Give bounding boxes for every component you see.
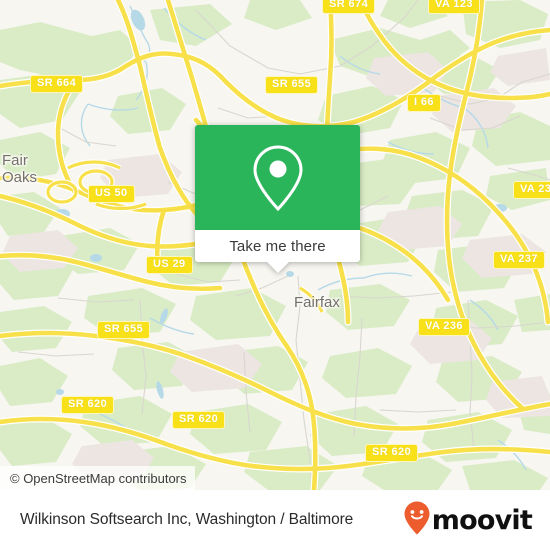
road-shield-sr-620-e[interactable]: SR 620	[365, 444, 419, 462]
road-shield-sr-620-c[interactable]: SR 620	[172, 411, 226, 429]
take-me-there-label: Take me there	[229, 237, 326, 255]
moovit-logo[interactable]: moovit	[404, 501, 533, 540]
map-viewport[interactable]: Fair Oaks Fairfax SR 674 VA 123 SR 664 S…	[0, 0, 550, 490]
popup-header	[195, 125, 360, 230]
popup-pointer-tail	[266, 262, 289, 273]
attribution-text: © OpenStreetMap contributors	[10, 470, 187, 486]
popup-footer[interactable]: Take me there	[195, 230, 360, 273]
moovit-wordmark: moovit	[431, 504, 533, 536]
place-label-fair-oaks: Fair Oaks	[2, 152, 38, 186]
road-shield-us-29[interactable]: US 29	[146, 256, 193, 274]
location-title: Wilkinson Softsearch Inc, Washington / B…	[20, 511, 354, 528]
road-shield-us-50[interactable]: US 50	[88, 185, 135, 203]
road-shield-sr-655-s[interactable]: SR 655	[97, 321, 151, 339]
place-label-fairfax: Fairfax	[294, 294, 340, 311]
road-shield-va-236[interactable]: VA 236	[418, 318, 470, 336]
map-screenshot-root: Fair Oaks Fairfax SR 674 VA 123 SR 664 S…	[0, 0, 550, 550]
location-popup-card[interactable]: Take me there	[195, 125, 360, 273]
map-attribution[interactable]: © OpenStreetMap contributors	[0, 466, 195, 490]
road-shield-sr-620-w[interactable]: SR 620	[61, 396, 115, 414]
road-shield-i-66[interactable]: I 66	[407, 94, 441, 112]
road-shield-sr-655-n[interactable]: SR 655	[265, 76, 319, 94]
road-shield-va-123[interactable]: VA 123	[428, 0, 480, 14]
footer-bar: Wilkinson Softsearch Inc, Washington / B…	[0, 490, 550, 550]
road-shield-sr-674[interactable]: SR 674	[322, 0, 376, 14]
road-shield-va-237-n[interactable]: VA 237	[513, 181, 550, 199]
road-shield-va-237-s[interactable]: VA 237	[493, 251, 545, 269]
moovit-smiley-pin-icon	[404, 501, 430, 540]
location-pin-icon	[250, 143, 306, 213]
road-shield-sr-664[interactable]: SR 664	[30, 75, 84, 93]
